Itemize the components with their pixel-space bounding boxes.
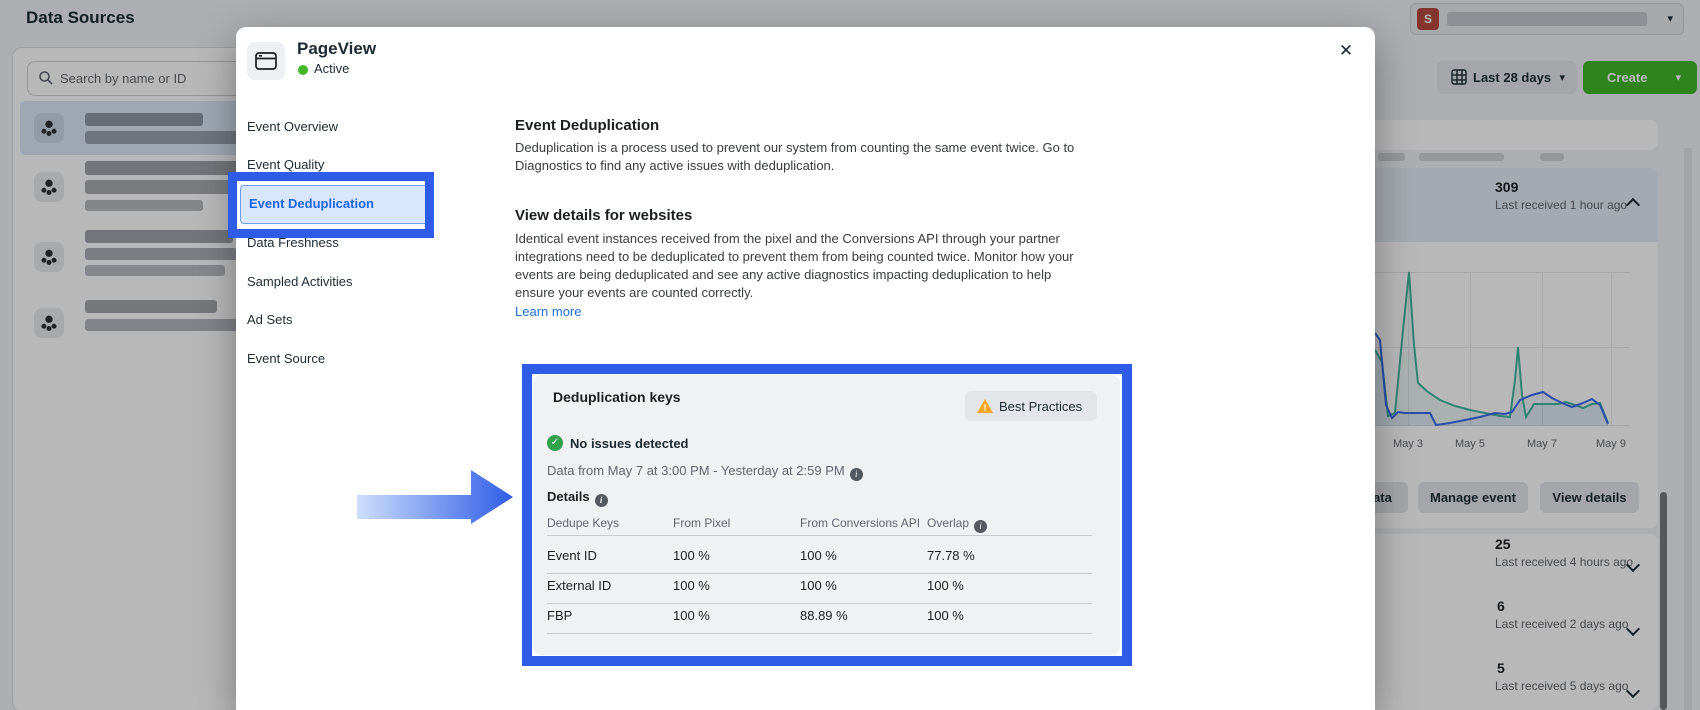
tab-event-overview[interactable]: Event Overview <box>247 119 338 134</box>
annotation-highlight-box-nav <box>228 172 434 238</box>
learn-more-link[interactable]: Learn more <box>515 304 581 319</box>
section-body: Deduplication is a process used to preve… <box>515 140 1075 173</box>
modal-title: PageView <box>297 39 377 58</box>
active-status-dot <box>298 65 308 75</box>
annotation-arrow-icon <box>357 470 513 524</box>
tab-event-quality[interactable]: Event Quality <box>247 157 324 172</box>
tab-event-source[interactable]: Event Source <box>247 351 325 366</box>
screen: Data Sources S ▾ Last 28 days ▾ Create ▾ <box>0 0 1700 710</box>
status-label: Active <box>314 61 350 76</box>
close-icon[interactable]: ✕ <box>1332 37 1360 65</box>
section-body: Identical event instances received from … <box>515 231 1074 300</box>
section-heading: View details for websites <box>515 207 693 224</box>
section-heading: Event Deduplication <box>515 117 660 134</box>
annotation-highlight-box-panel <box>522 364 1132 666</box>
browser-window-icon <box>247 42 285 80</box>
tab-ad-sets[interactable]: Ad Sets <box>247 312 293 327</box>
tab-sampled-activities[interactable]: Sampled Activities <box>247 274 353 289</box>
